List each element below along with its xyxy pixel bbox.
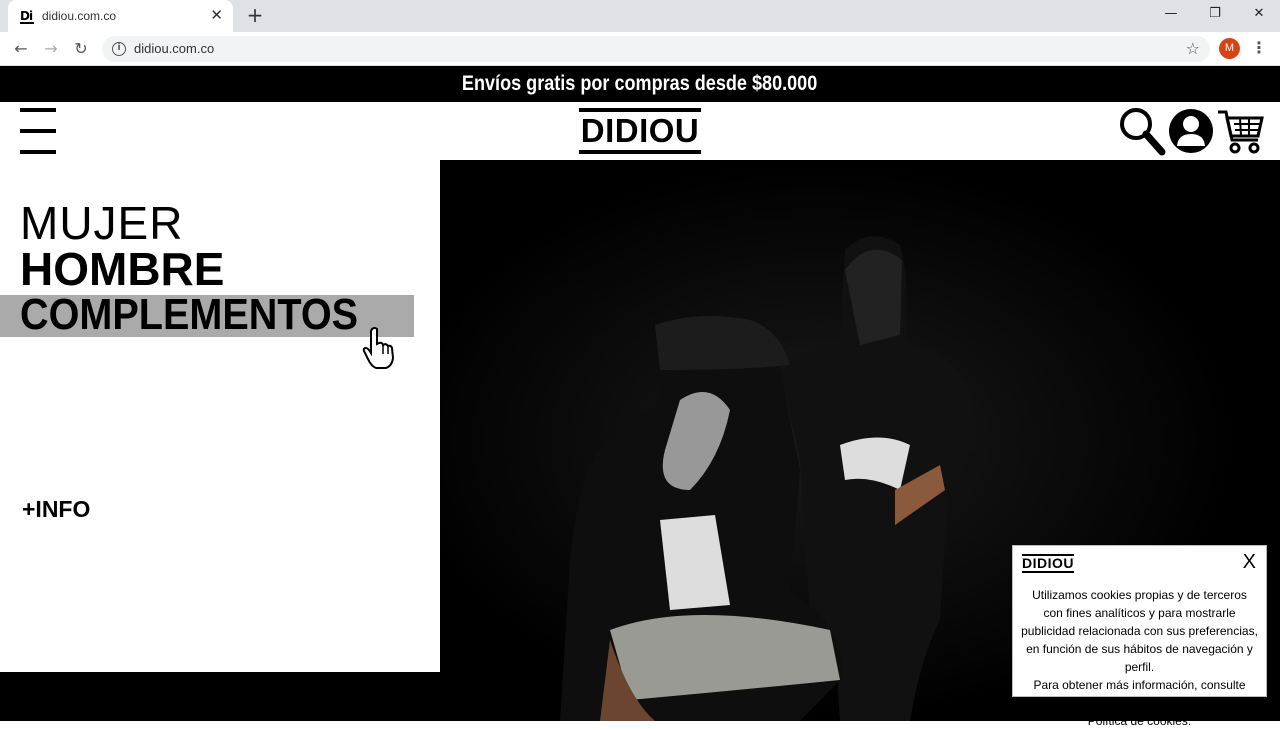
favicon-icon: Di	[20, 8, 36, 24]
browser-tab[interactable]: Di didiou.com.co ✕	[8, 0, 233, 32]
cookie-close-button[interactable]: X	[1243, 551, 1256, 573]
site-header: DIDIOU	[0, 102, 1280, 160]
cookie-line: publicidad relacionada con sus preferenc…	[1021, 624, 1258, 638]
cookie-line: con fines analíticos y para mostrarle	[1043, 606, 1236, 620]
reload-icon[interactable]: ↻	[70, 38, 92, 60]
category-hombre[interactable]: HOMBRE	[20, 246, 224, 292]
account-icon[interactable]	[1168, 106, 1214, 156]
tab-close-icon[interactable]: ✕	[210, 7, 223, 23]
minimize-icon[interactable]: —	[1149, 0, 1193, 30]
tab-title: didiou.com.co	[42, 9, 117, 23]
cookie-line: Para obtener más información, consulte n…	[1033, 678, 1246, 710]
browser-menu-icon[interactable]: ⋮	[1250, 37, 1268, 59]
cookie-line: en función de sus hábitos de navegación …	[1026, 642, 1253, 674]
promo-banner: Envíos gratis por compras desde $80.000	[0, 66, 1280, 102]
search-icon[interactable]	[1118, 106, 1166, 156]
window-close-icon[interactable]: ✕	[1237, 0, 1280, 30]
site-info-icon[interactable]: i	[112, 42, 126, 56]
cart-icon[interactable]	[1216, 106, 1266, 158]
more-info-link[interactable]: +INFO	[22, 496, 90, 523]
address-bar[interactable]: i didiou.com.co ☆	[102, 36, 1210, 62]
url-text: didiou.com.co	[134, 41, 215, 56]
cookie-line: Utilizamos cookies propias y de terceros	[1032, 588, 1247, 602]
profile-avatar[interactable]: M	[1219, 38, 1240, 59]
bookmark-star-icon[interactable]: ☆	[1186, 39, 1200, 59]
category-mujer[interactable]: MUJER	[20, 200, 183, 246]
category-complementos[interactable]: COMPLEMENTOS	[20, 292, 358, 338]
hamburger-menu-icon[interactable]	[20, 108, 56, 154]
back-arrow-icon[interactable]: ←	[10, 38, 32, 60]
new-tab-button[interactable]: +	[244, 4, 266, 26]
logo-text: DIDIOU	[580, 112, 700, 149]
cookie-policy-link[interactable]: Política de cookies.	[1019, 712, 1260, 730]
site-logo[interactable]: DIDIOU	[579, 108, 701, 154]
restore-icon[interactable]: ❐	[1193, 0, 1237, 30]
cookie-banner: DIDIOU X Utilizamos cookies propias y de…	[1012, 545, 1267, 728]
cookie-logo: DIDIOU	[1022, 554, 1074, 573]
browser-toolbar: ← → ↻ i didiou.com.co ☆	[0, 32, 1280, 66]
promo-text: Envíos gratis por compras desde $80.000	[462, 72, 818, 95]
cookie-message: Utilizamos cookies propias y de terceros…	[1019, 586, 1260, 730]
category-panel: MUJER HOMBRE COMPLEMENTOS +INFO	[0, 160, 440, 672]
hand-cursor-icon	[362, 327, 395, 369]
tab-strip: Di didiou.com.co ✕ + — ❐ ✕	[0, 0, 1280, 32]
forward-arrow-icon[interactable]: →	[40, 38, 62, 60]
